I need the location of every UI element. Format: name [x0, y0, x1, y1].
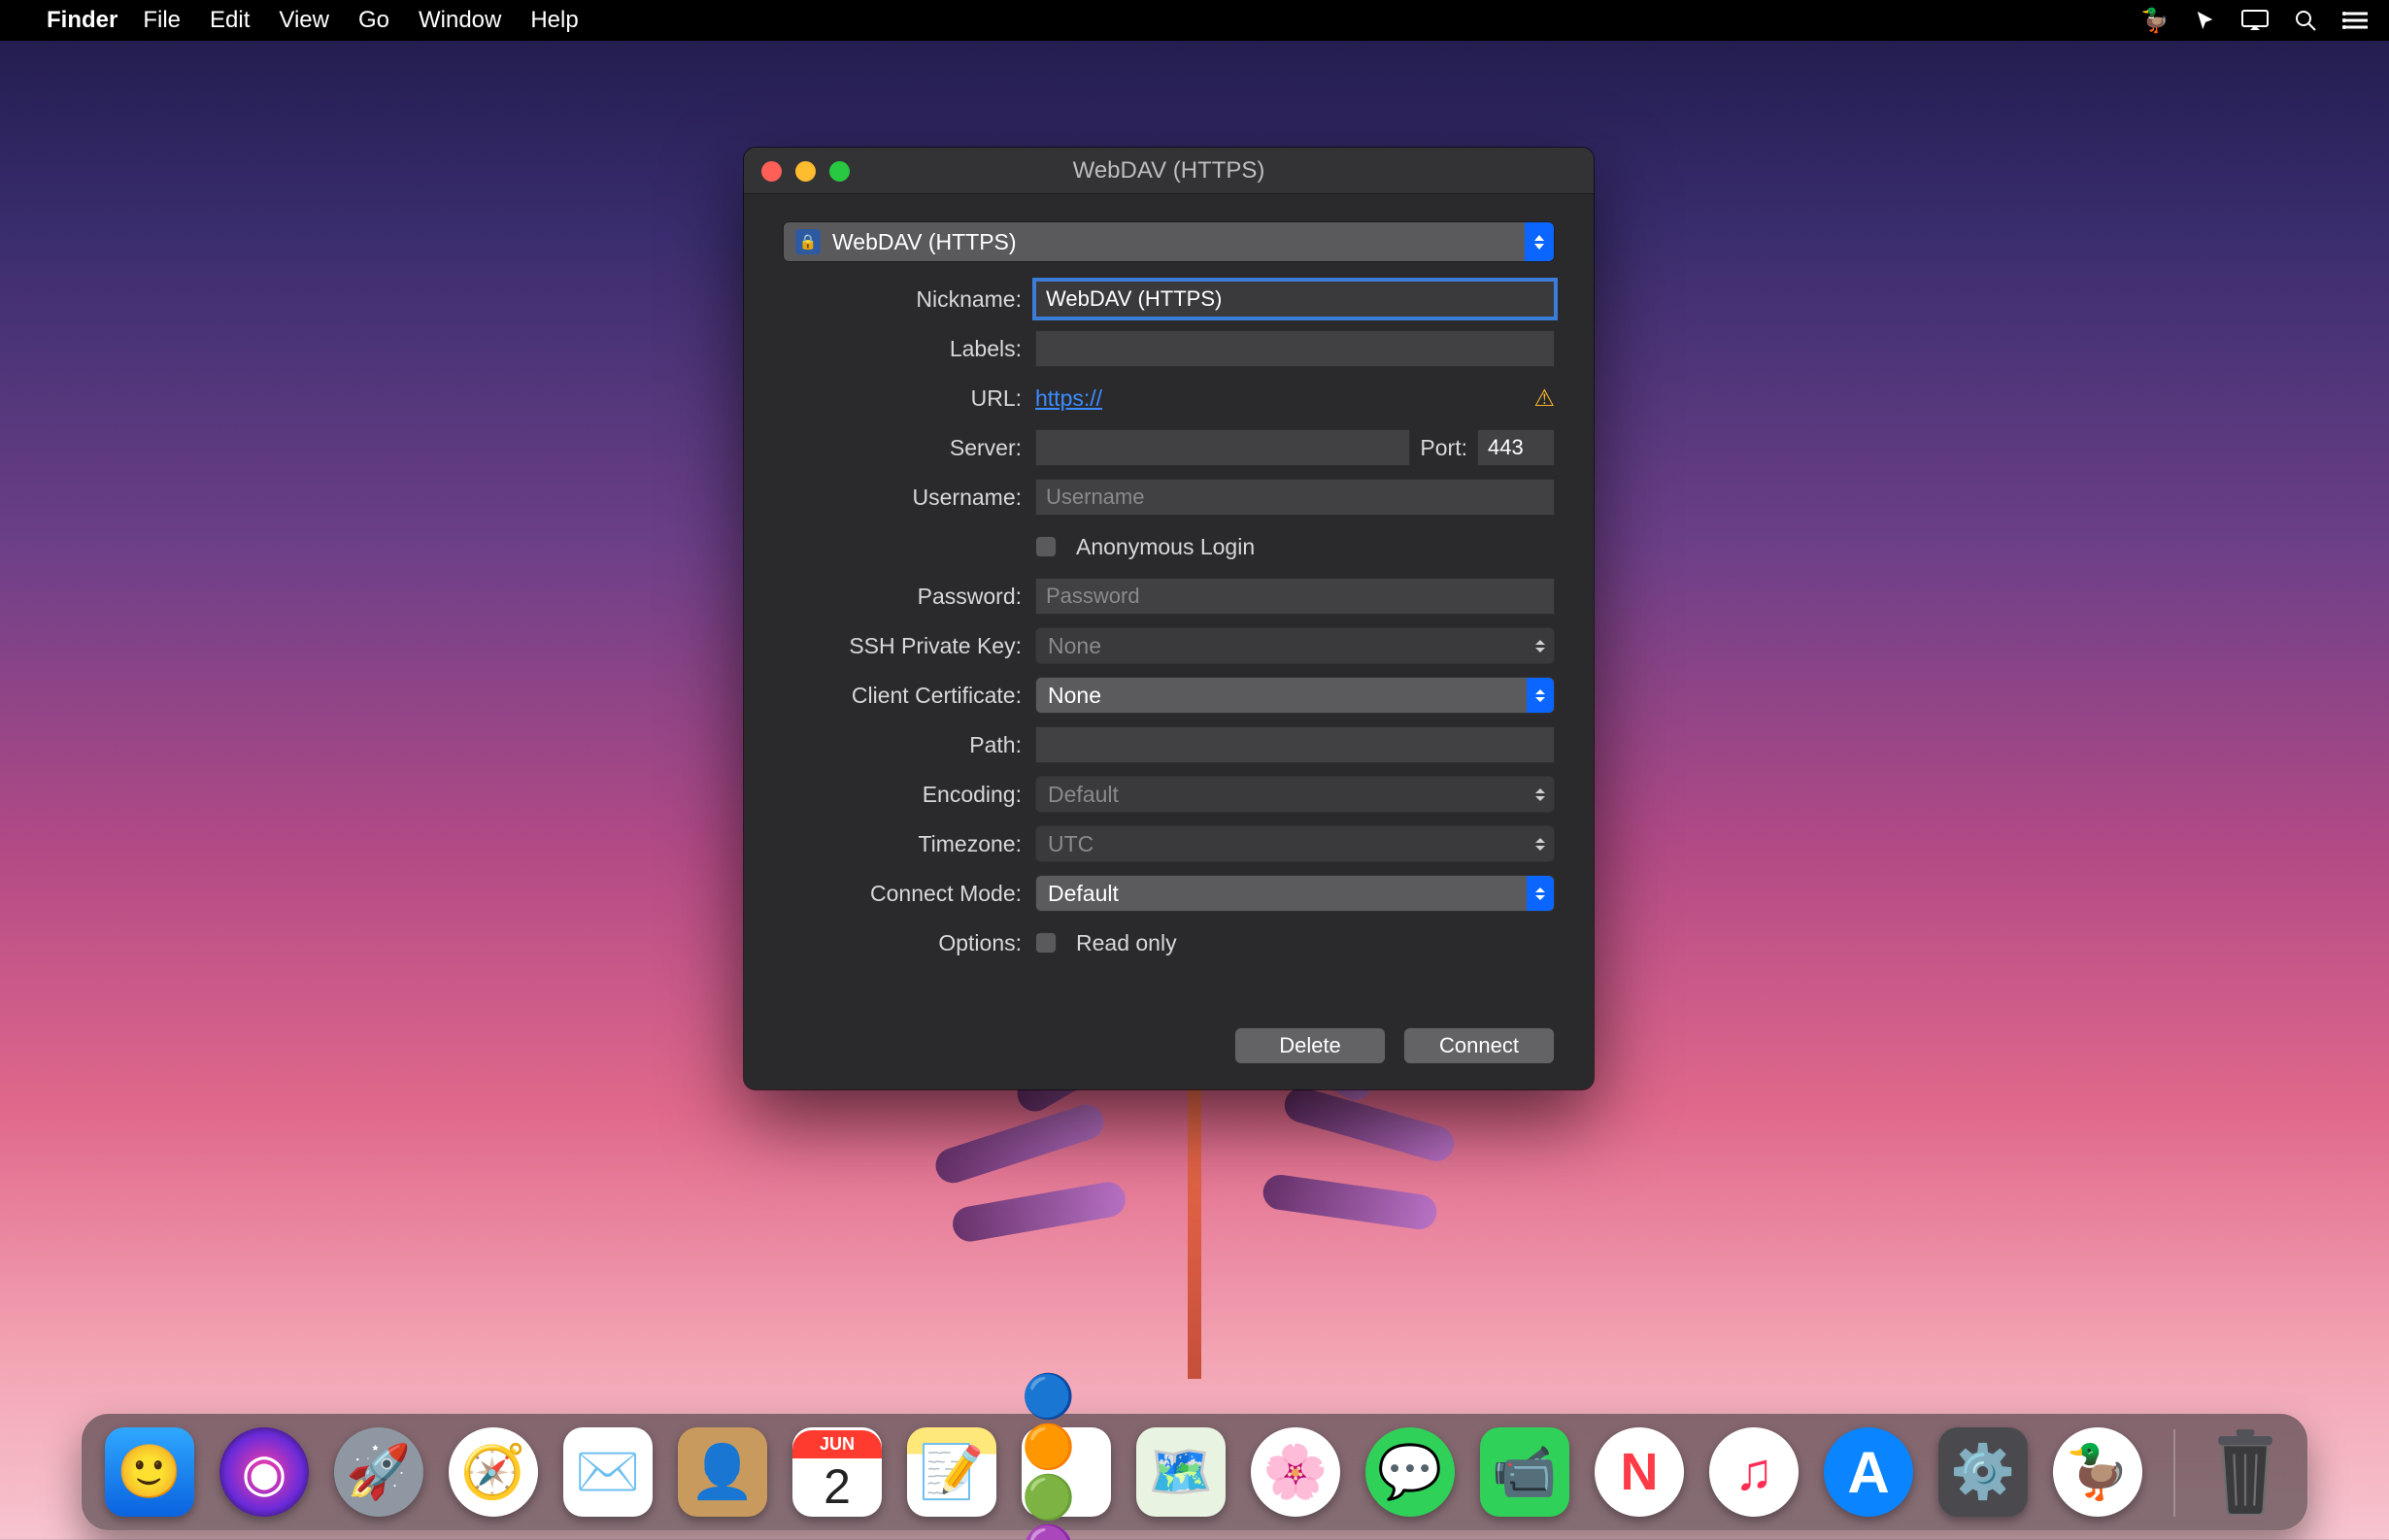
connect-mode-value: Default — [1048, 881, 1119, 907]
webdav-bookmark-window: WebDAV (HTTPS) 🔒 WebDAV (HTTPS) Nickname… — [744, 148, 1594, 1089]
dock-trash[interactable] — [2206, 1427, 2284, 1517]
anonymous-login-label: Anonymous Login — [1076, 534, 1255, 560]
timezone-select: UTC — [1035, 825, 1555, 862]
dock-app-music[interactable]: ♫ — [1709, 1427, 1799, 1517]
path-label: Path: — [783, 732, 1035, 758]
delete-button[interactable]: Delete — [1234, 1027, 1386, 1064]
timezone-value: UTC — [1048, 831, 1094, 857]
menu-bar: Finder File Edit View Go Window Help 🦆 — [0, 0, 2389, 41]
protocol-select[interactable]: 🔒 WebDAV (HTTPS) — [783, 221, 1555, 262]
options-label: Options: — [783, 930, 1035, 956]
dock-app-finder[interactable]: 🙂 — [105, 1427, 194, 1517]
notification-center-icon[interactable] — [2342, 11, 2368, 30]
window-title: WebDAV (HTTPS) — [1073, 157, 1265, 184]
dock-app-launchpad[interactable]: 🚀 — [334, 1427, 423, 1517]
encoding-select: Default — [1035, 776, 1555, 813]
dock-app-facetime[interactable]: 📹 — [1480, 1427, 1569, 1517]
spotlight-icon[interactable] — [2294, 9, 2317, 32]
dock-app-contacts[interactable]: 👤 — [678, 1427, 767, 1517]
dock: 🙂 ◉ 🚀 🧭 ✉️ 👤 JUN 2 📝 🔵🟠🟢🟣 🗺️ 🌸 💬 📹 N ♫ A… — [82, 1414, 2307, 1530]
cursor-tray-icon[interactable] — [2195, 10, 2216, 31]
labels-input[interactable] — [1035, 330, 1555, 367]
ssh-key-select: None — [1035, 627, 1555, 664]
window-minimize-button[interactable] — [795, 161, 816, 182]
menu-bar-tray: 🦆 — [2140, 7, 2368, 35]
connect-mode-label: Connect Mode: — [783, 881, 1035, 907]
timezone-label: Timezone: — [783, 831, 1035, 857]
url-link[interactable]: https:// — [1035, 385, 1102, 412]
path-input[interactable] — [1035, 726, 1555, 763]
menu-file[interactable]: File — [143, 7, 181, 34]
window-zoom-button[interactable] — [829, 161, 850, 182]
cyberduck-tray-icon[interactable]: 🦆 — [2140, 7, 2170, 35]
username-input[interactable] — [1035, 479, 1555, 516]
dock-app-calendar[interactable]: JUN 2 — [792, 1427, 882, 1517]
dock-app-mail[interactable]: ✉️ — [563, 1427, 653, 1517]
nickname-label: Nickname: — [783, 286, 1035, 313]
dock-app-siri[interactable]: ◉ — [219, 1427, 309, 1517]
client-cert-value: None — [1048, 683, 1101, 709]
client-cert-select[interactable]: None — [1035, 677, 1555, 714]
ssh-key-value: None — [1048, 633, 1101, 659]
menu-view[interactable]: View — [279, 7, 329, 34]
menu-app-name[interactable]: Finder — [47, 7, 118, 34]
dock-app-appstore[interactable]: A — [1824, 1427, 1913, 1517]
menu-help[interactable]: Help — [530, 7, 578, 34]
dock-app-news[interactable]: N — [1595, 1427, 1684, 1517]
nickname-input[interactable] — [1035, 281, 1555, 318]
screen-mirroring-icon[interactable] — [2241, 10, 2269, 31]
port-label: Port: — [1420, 435, 1467, 461]
dropdown-arrows-icon — [1527, 678, 1554, 713]
read-only-label: Read only — [1076, 930, 1177, 956]
webdav-protocol-icon: 🔒 — [795, 229, 821, 254]
dock-app-maps[interactable]: 🗺️ — [1136, 1427, 1226, 1517]
calendar-month: JUN — [792, 1430, 882, 1458]
username-label: Username: — [783, 485, 1035, 511]
dock-app-reminders[interactable]: 🔵🟠🟢🟣 — [1022, 1427, 1111, 1517]
password-label: Password: — [783, 584, 1035, 610]
dropdown-arrows-icon — [1527, 826, 1554, 861]
protocol-select-value: WebDAV (HTTPS) — [832, 229, 1017, 255]
menu-edit[interactable]: Edit — [210, 7, 250, 34]
menu-window[interactable]: Window — [419, 7, 501, 34]
window-titlebar[interactable]: WebDAV (HTTPS) — [744, 148, 1594, 194]
server-input[interactable] — [1035, 429, 1410, 466]
port-input[interactable] — [1477, 429, 1555, 466]
dock-app-safari[interactable]: 🧭 — [449, 1427, 538, 1517]
password-input[interactable] — [1035, 578, 1555, 615]
encoding-value: Default — [1048, 782, 1119, 808]
window-close-button[interactable] — [761, 161, 782, 182]
connect-button[interactable]: Connect — [1403, 1027, 1555, 1064]
anonymous-login-checkbox[interactable] — [1035, 536, 1057, 557]
dropdown-arrows-icon — [1527, 876, 1554, 911]
dock-app-system-preferences[interactable]: ⚙️ — [1938, 1427, 2028, 1517]
menu-go[interactable]: Go — [358, 7, 389, 34]
dock-app-notes[interactable]: 📝 — [907, 1427, 996, 1517]
calendar-day: 2 — [824, 1458, 851, 1515]
server-label: Server: — [783, 435, 1035, 461]
encoding-label: Encoding: — [783, 782, 1035, 808]
dock-app-messages[interactable]: 💬 — [1365, 1427, 1455, 1517]
read-only-checkbox[interactable] — [1035, 932, 1057, 954]
dropdown-arrows-icon — [1527, 628, 1554, 663]
client-cert-label: Client Certificate: — [783, 683, 1035, 709]
url-label: URL: — [783, 385, 1035, 412]
connect-mode-select[interactable]: Default — [1035, 875, 1555, 912]
url-warning-icon: ⚠︎ — [1533, 385, 1555, 413]
dock-app-cyberduck[interactable]: 🦆 — [2053, 1427, 2142, 1517]
dock-separator — [2173, 1429, 2175, 1517]
ssh-key-label: SSH Private Key: — [783, 633, 1035, 659]
labels-label: Labels: — [783, 336, 1035, 362]
dropdown-arrows-icon — [1527, 777, 1554, 812]
dropdown-arrows-icon — [1525, 222, 1554, 261]
dock-app-photos[interactable]: 🌸 — [1251, 1427, 1340, 1517]
